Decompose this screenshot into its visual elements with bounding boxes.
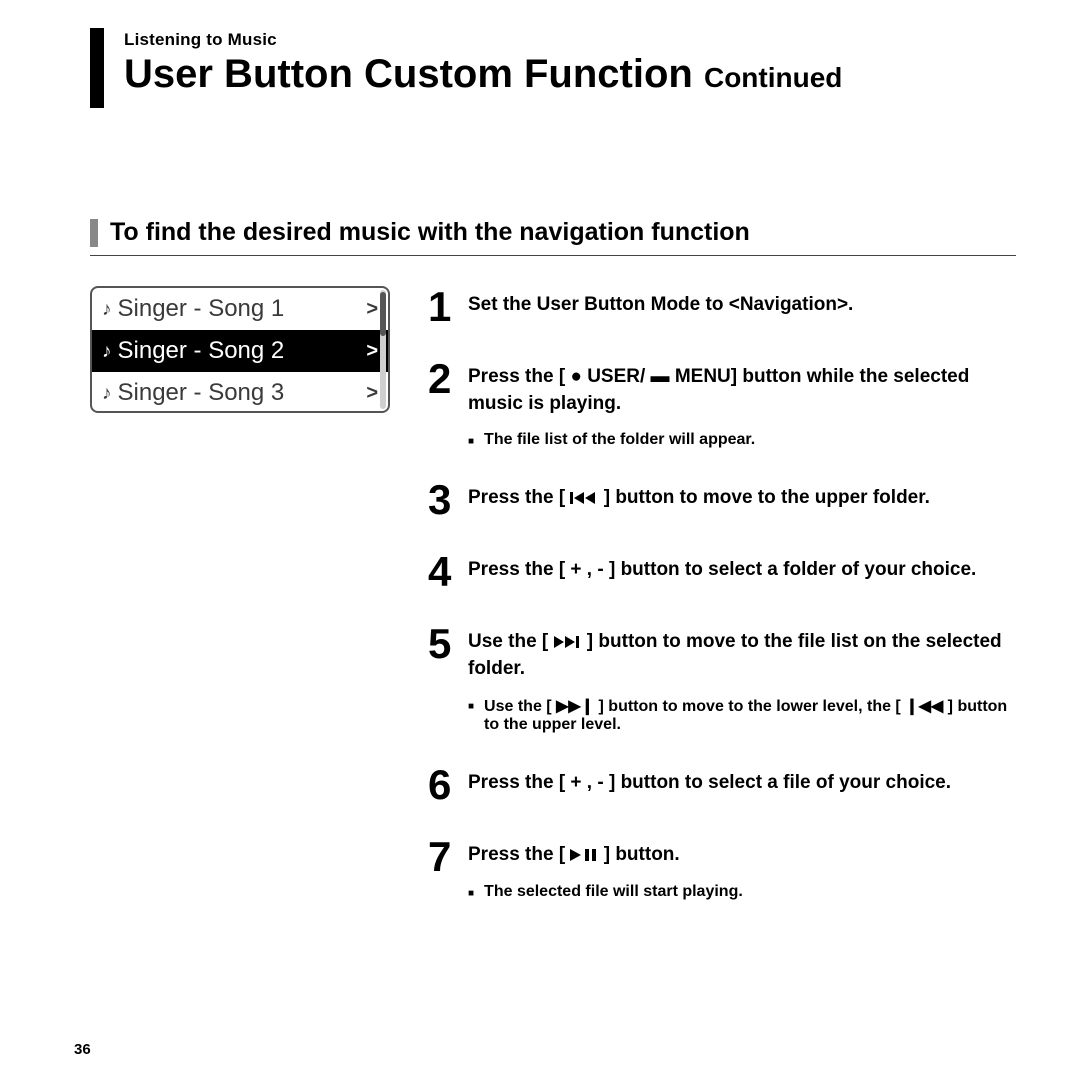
page-title-suffix: Continued [704, 62, 842, 93]
device-screen: ♪Singer - Song 1>♪Singer - Song 2>♪Singe… [90, 286, 390, 931]
step-number: 1 [428, 286, 468, 328]
step-number: 4 [428, 551, 468, 593]
music-note-icon: ♪ [102, 341, 112, 363]
step-note-text: The file list of the folder will appear. [484, 431, 755, 449]
step: 1Set the User Button Mode to <Navigation… [428, 286, 1016, 328]
step-number: 3 [428, 479, 468, 521]
step: 2Press the [ ● USER/ ▬ MENU] button whil… [428, 358, 1016, 449]
device-scrollbar-thumb [380, 292, 386, 336]
breadcrumb: Listening to Music [124, 28, 1016, 50]
device-row: ♪ Singer - Song 3> [92, 372, 388, 413]
step-body: Press the [ + , - ] button to select a f… [468, 770, 1016, 797]
step: 3Press the [ ] button to move to the upp… [428, 479, 1016, 521]
step-body: Use the [ ] button to move to the file l… [468, 629, 1016, 682]
device-row: ♪ Singer - Song 1> [92, 288, 388, 330]
page-number: 36 [74, 1041, 91, 1058]
step-number: 7 [428, 836, 468, 901]
step-body: Press the [ ● USER/ ▬ MENU] button while… [468, 364, 1016, 417]
chevron-right-icon: > [366, 382, 378, 405]
step-body: Press the [ ] button. [468, 842, 1016, 869]
step-note-text: Use the [ ▶▶❙ ] button to move to the lo… [484, 696, 1016, 734]
device-row: ♪ Singer - Song 2> [92, 330, 388, 372]
header-bar: Listening to Music User Button Custom Fu… [90, 28, 1016, 108]
music-note-icon: ♪ [102, 299, 112, 321]
music-note-icon: ♪ [102, 383, 112, 405]
step-note: ■ Use the [ ▶▶❙ ] button to move to the l… [468, 696, 1016, 734]
step-body: Press the [ ] button to move to the uppe… [468, 485, 1016, 512]
bullet-square-icon: ■ [468, 701, 474, 734]
step: 6Press the [ + , - ] button to select a … [428, 764, 1016, 806]
chevron-right-icon: > [366, 298, 378, 321]
step-number: 5 [428, 623, 468, 734]
device-scrollbar [380, 290, 386, 409]
step-number: 2 [428, 358, 468, 449]
step: 4Press the [ + , - ] button to select a … [428, 551, 1016, 593]
chevron-right-icon: > [366, 340, 378, 363]
step-number: 6 [428, 764, 468, 806]
skip-back-icon [570, 491, 598, 505]
step-note: ■ The file list of the folder will appear… [468, 431, 1016, 449]
step: 5Use the [ ] button to move to the file … [428, 623, 1016, 734]
step: 7Press the [ ] button. ■ The selected file… [428, 836, 1016, 901]
bullet-square-icon: ■ [468, 436, 474, 449]
steps-list: 1Set the User Button Mode to <Navigation… [428, 286, 1016, 931]
step-note: ■ The selected file will start playing. [468, 883, 1016, 901]
section-heading: To find the desired music with the navig… [110, 218, 750, 247]
step-body: Press the [ + , - ] button to select a f… [468, 557, 1016, 584]
section-heading-wrap: To find the desired music with the navig… [90, 218, 1016, 256]
step-note-text: The selected file will start playing. [484, 883, 743, 901]
play-pause-icon [570, 848, 598, 862]
device-row-label: Singer - Song 3 [118, 379, 367, 407]
device-row-label: Singer - Song 2 [118, 337, 367, 365]
page-title: User Button Custom Function Continued [124, 52, 1016, 96]
device-row-label: Singer - Song 1 [118, 295, 367, 323]
page-title-main: User Button Custom Function [124, 52, 693, 96]
section-accent-bar [90, 219, 98, 247]
skip-forward-icon [554, 635, 582, 649]
bullet-square-icon: ■ [468, 888, 474, 901]
step-body: Set the User Button Mode to <Navigation>… [468, 292, 1016, 319]
